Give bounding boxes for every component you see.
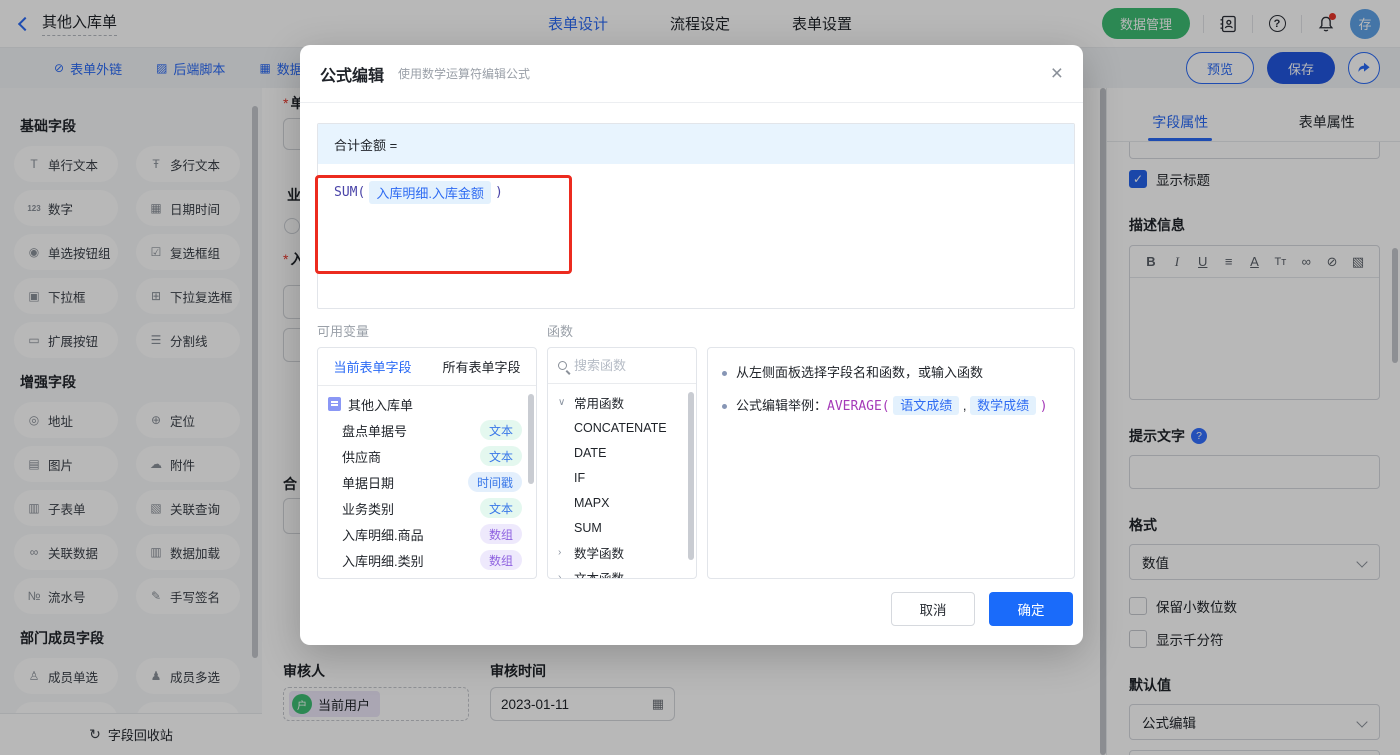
tab-current-form-fields[interactable]: 当前表单字段 [318, 348, 427, 385]
chevron-collapsed-icon: › [558, 572, 562, 579]
chevron-collapsed-icon: › [558, 547, 562, 558]
variable-item[interactable]: 单据日期 时间戳 [318, 469, 536, 495]
formula-editor[interactable]: 合计金额 = SUM( 入库明细.入库金额 ) [317, 123, 1075, 309]
variable-item[interactable]: 盘点单据号 文本 [318, 417, 536, 443]
tab-all-form-fields[interactable]: 所有表单字段 [427, 348, 536, 385]
search-icon [558, 361, 567, 370]
close-icon[interactable]: × [1051, 63, 1063, 84]
cancel-button[interactable]: 取消 [891, 592, 975, 626]
bullet-icon [722, 371, 727, 376]
variables-section-label: 可用变量 [317, 324, 370, 339]
modal-title: 公式编辑 [320, 67, 385, 85]
function-group-math[interactable]: › 数学函数 [548, 540, 696, 565]
functions-section-label: 函数 [547, 324, 574, 339]
confirm-button[interactable]: 确定 [989, 592, 1073, 626]
variable-tree-root[interactable]: 其他入库单 [318, 391, 536, 417]
help-panel: 从左侧面板选择字段名和函数，或输入函数 公式编辑举例：AVERAGE( 语文成绩… [707, 347, 1075, 579]
function-item[interactable]: DATE [548, 440, 696, 465]
formula-field-chip[interactable]: 入库明细.入库金额 [369, 181, 491, 204]
type-badge: 文本 [479, 420, 522, 440]
type-badge: 时间戳 [467, 472, 522, 492]
function-search-input[interactable] [574, 358, 674, 373]
type-badge: 数组 [479, 550, 522, 570]
function-group-common[interactable]: ∨ 常用函数 [548, 390, 696, 415]
modal-subtitle: 使用数学运算符编辑公式 [398, 67, 531, 81]
functions-panel: ∨常用函数 CONCATENATE DATE IF MAPX SUM ›数学函数… [547, 347, 697, 579]
variable-item[interactable]: 入库明细.商品 数组 [318, 521, 536, 547]
function-item[interactable]: IF [548, 465, 696, 490]
example-field-chip: 语文成绩 [893, 396, 960, 415]
form-doc-icon [328, 397, 341, 411]
example-function: AVERAGE( [827, 399, 890, 414]
variable-item[interactable]: 供应商 文本 [318, 443, 536, 469]
function-search[interactable] [548, 348, 696, 384]
variable-item[interactable]: 业务类别 文本 [318, 495, 536, 521]
variable-item[interactable]: 入库明细.类别 数组 [318, 547, 536, 573]
formula-target: 合计金额 = [318, 124, 1074, 164]
function-group-text[interactable]: › 文本函数 [548, 565, 696, 579]
type-badge: 数组 [479, 524, 522, 544]
function-item[interactable]: CONCATENATE [548, 415, 696, 440]
help-tip-1: 从左侧面板选择字段名和函数，或输入函数 [722, 363, 1060, 383]
variables-panel: 当前表单字段 所有表单字段 其他入库单 盘点单据号 文本 供应商 文本 单据日期 时间… [317, 347, 537, 579]
root-label: 其他入库单 [348, 397, 414, 413]
variables-scrollbar[interactable] [528, 394, 534, 484]
formula-edit-modal: 公式编辑 使用数学运算符编辑公式 × 合计金额 = SUM( 入库明细.入库金额… [300, 45, 1083, 645]
example-field-chip: 数学成绩 [970, 396, 1037, 415]
type-badge: 文本 [479, 446, 522, 466]
formula-expression[interactable]: SUM( 入库明细.入库金额 ) [318, 164, 1074, 221]
example-close-paren: ) [1039, 399, 1048, 414]
function-item[interactable]: MAPX [548, 490, 696, 515]
formula-function: SUM( [334, 185, 366, 200]
chevron-expanded-icon: ∨ [558, 397, 566, 408]
type-badge: 文本 [479, 498, 522, 518]
functions-scrollbar[interactable] [688, 392, 694, 560]
bullet-icon [722, 404, 727, 409]
function-item[interactable]: SUM [548, 515, 696, 540]
help-tip-2: 公式编辑举例：AVERAGE( 语文成绩 , 数学成绩 ) [722, 396, 1060, 417]
formula-close-paren: ) [494, 185, 503, 200]
